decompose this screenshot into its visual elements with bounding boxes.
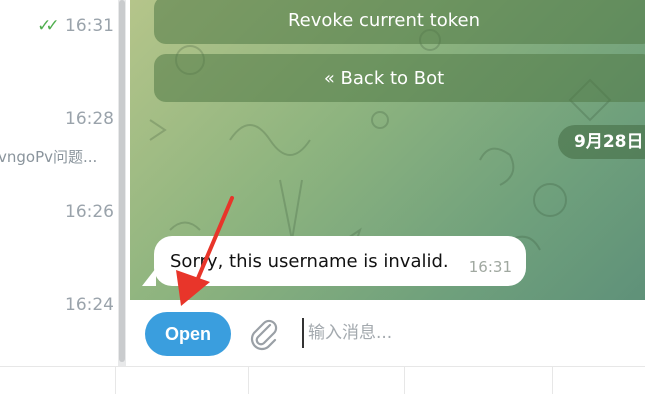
- double-check-icon: ✓✓: [37, 16, 59, 36]
- back-to-bot-button[interactable]: « Back to Bot: [154, 54, 645, 102]
- divider: [404, 367, 405, 394]
- message-input[interactable]: [302, 318, 622, 348]
- divider: [115, 367, 116, 394]
- chat-time-1: ✓✓ 16:31: [37, 16, 114, 36]
- chat-area: Revoke current token « Back to Bot 9月28日…: [130, 0, 645, 300]
- chat-time-3: 16:26: [65, 202, 114, 222]
- chat-list: ✓✓ 16:31 16:28 vngoPv问题... 16:26 16:24: [0, 0, 118, 366]
- date-badge: 9月28日: [558, 125, 645, 159]
- chat-list-scrollbar[interactable]: [118, 0, 126, 366]
- chat-time-4: 16:24: [65, 295, 114, 315]
- message-text: Sorry, this username is invalid.: [170, 250, 449, 272]
- divider: [248, 367, 249, 394]
- message-bubble: Sorry, this username is invalid. 16:31: [154, 236, 526, 286]
- chat-preview-text[interactable]: vngoPv问题...: [0, 146, 97, 167]
- chat-time-2: 16:28: [65, 109, 114, 129]
- scrollbar-thumb[interactable]: [119, 0, 125, 362]
- composer: Open: [130, 300, 645, 366]
- paperclip-icon[interactable]: [248, 316, 280, 352]
- bottom-strip: [0, 366, 645, 394]
- divider: [552, 367, 553, 394]
- message-time: 16:31: [468, 258, 512, 276]
- open-button[interactable]: Open: [145, 312, 231, 356]
- revoke-token-button[interactable]: Revoke current token: [154, 0, 645, 44]
